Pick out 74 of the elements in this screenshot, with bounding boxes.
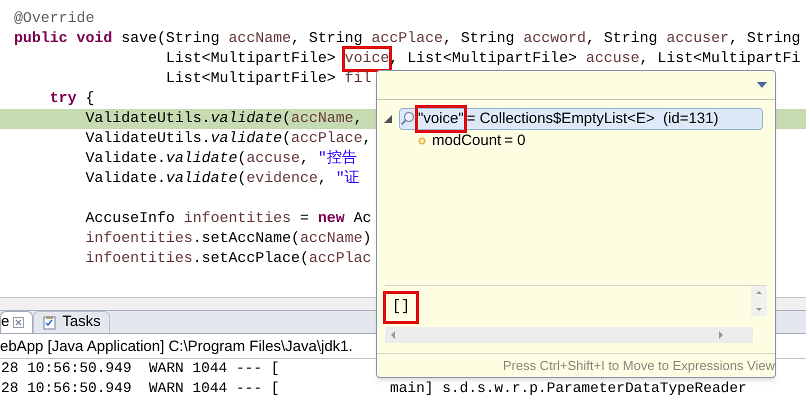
search-icon <box>400 111 416 127</box>
code-text: AccuseInfo <box>84 210 176 229</box>
code-text: , <box>300 150 310 169</box>
variable-name: accName <box>228 30 292 49</box>
code-text: .setAccPlace( <box>192 250 309 269</box>
horizontal-scrollbar[interactable] <box>385 327 753 343</box>
log-entry: 28 10:56:50.949 WARN 1044 --- [ <box>0 360 280 379</box>
variable-name: accword <box>523 30 586 49</box>
field-dot-icon <box>418 137 426 145</box>
variable-name: accName <box>300 230 363 249</box>
code-text: validate <box>210 110 282 129</box>
code-text: { <box>84 90 94 109</box>
variable-value: = 0 <box>504 130 526 151</box>
code-text: , List<MultipartFi <box>640 50 800 69</box>
detail-value: [] <box>386 294 416 320</box>
variable-name: accName <box>291 110 354 129</box>
code-text: ) <box>362 230 372 249</box>
variable-name: voice <box>344 49 390 69</box>
variable-name: fil <box>344 70 372 89</box>
code-text: , String <box>728 30 800 49</box>
task-list-icon <box>42 314 58 330</box>
code-annotation: @Override <box>14 10 94 29</box>
code-text: ValidateUtils. <box>84 110 211 129</box>
variable-name: infoentities <box>84 250 193 269</box>
code-text: .setAccName( <box>192 230 300 249</box>
code-text: , <box>362 130 372 149</box>
code-text: , String <box>586 30 658 49</box>
logger-name: main] s.d.s.w.r.p.ParameterDataTypeReader <box>390 380 748 399</box>
string-literal: "证 <box>336 169 360 189</box>
variable-name: "voice" <box>418 108 464 130</box>
variable-name: accPlace <box>371 30 443 49</box>
view-tab[interactable]: e <box>0 311 34 333</box>
code-text: Ac <box>352 210 372 229</box>
close-icon[interactable] <box>13 317 24 328</box>
code-text: List<MultipartFile> <box>164 70 337 89</box>
code-text: , <box>318 170 328 189</box>
variable-name: infoentities <box>84 230 193 249</box>
code-text: , <box>354 110 363 129</box>
expand-toggle-icon[interactable] <box>384 115 392 123</box>
code-keyword: try <box>48 90 77 109</box>
code-keyword: void <box>76 30 112 49</box>
log-entry: 28 10:56:50.949 WARN 1044 --- [ <box>0 380 280 399</box>
code-text: save(String <box>120 30 221 49</box>
code-text: ( <box>237 170 246 189</box>
variable-name: evidence <box>246 170 318 189</box>
code-text: validate <box>210 130 282 149</box>
code-text: = <box>298 210 310 229</box>
variable-name: infoentities <box>184 210 292 229</box>
vertical-scrollbar[interactable] <box>751 286 767 316</box>
code-text: List<MultipartFile> <box>164 50 337 69</box>
variable-name: accuse <box>586 50 640 69</box>
code-text: ( <box>282 110 292 129</box>
code-text: , String <box>291 30 364 49</box>
variable-value: = Collections$EmptyList<E> (id=131) <box>466 108 718 129</box>
code-keyword: new <box>318 210 345 229</box>
code-keyword: public <box>14 30 68 49</box>
hint-text: Press Ctrl+Shift+I to Move to Expressions View <box>502 356 775 375</box>
code-text: Validate. <box>84 170 166 189</box>
variable-name: accuse <box>246 150 300 169</box>
view-tab[interactable]: Tasks <box>33 311 110 333</box>
code-text: ValidateUtils. <box>84 130 211 149</box>
variable-row[interactable]: modCount = 0 <box>409 130 775 152</box>
code-text: validate <box>166 170 238 189</box>
variable-name: modCount <box>432 130 502 151</box>
variable-name: accPlac <box>308 250 372 269</box>
variable-name: accuser <box>666 30 729 49</box>
code-text: ( <box>282 130 292 149</box>
code-text: Validate. <box>84 150 166 169</box>
dropdown-caret-icon[interactable] <box>757 82 767 88</box>
variable-name: accPlace <box>291 130 363 149</box>
code-text: , String <box>442 30 516 49</box>
string-literal: "控告 <box>318 149 357 169</box>
code-text: validate <box>166 150 238 169</box>
code-text: ( <box>237 150 246 169</box>
